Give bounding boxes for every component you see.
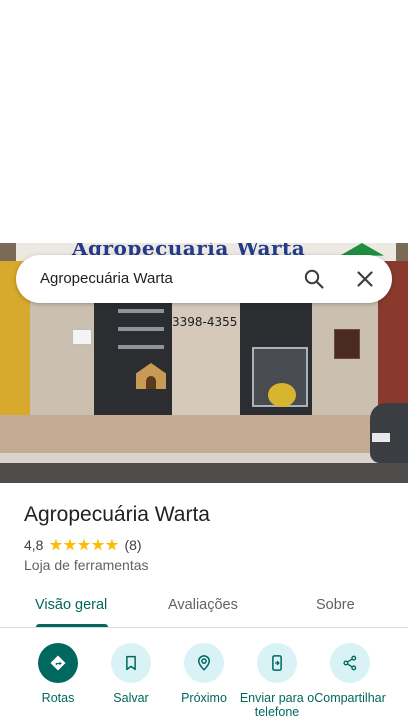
tab-bar: Visão geral Avaliações Sobre	[0, 593, 408, 627]
save-button-circle[interactable]	[111, 643, 151, 683]
place-title: Agropecuária Warta	[24, 503, 210, 526]
send-to-phone-button-circle[interactable]	[257, 643, 297, 683]
share-label: Compartilhar	[314, 691, 386, 705]
nearby-button-circle[interactable]	[184, 643, 224, 683]
tab-divider	[0, 627, 408, 628]
road	[0, 463, 408, 483]
tab-about[interactable]: Sobre	[316, 597, 355, 613]
tab-overview[interactable]: Visão geral	[35, 597, 107, 613]
star-icon	[105, 538, 119, 551]
facade-phone-number: 3398-4355	[172, 315, 238, 329]
save-label: Salvar	[113, 691, 149, 705]
directions-label: Rotas	[41, 691, 75, 705]
car-plate	[372, 433, 390, 442]
star-icon	[49, 538, 63, 551]
wall-box	[334, 329, 360, 359]
nearby-icon	[197, 655, 211, 671]
nearby-label: Próximo	[181, 691, 227, 705]
share-button-circle[interactable]	[330, 643, 370, 683]
store-entrance-left	[94, 303, 172, 415]
directions-button-circle[interactable]	[38, 643, 78, 683]
place-category: Loja de ferramentas	[24, 557, 149, 573]
directions-icon	[50, 655, 66, 671]
doghouse-door	[146, 376, 156, 389]
tab-reviews[interactable]: Avaliações	[168, 597, 238, 613]
close-icon[interactable]	[353, 267, 377, 291]
search-bar[interactable]: Agropecuária Warta	[16, 255, 392, 303]
sidewalk	[0, 415, 408, 455]
star-icon	[63, 538, 77, 551]
posted-notice	[72, 329, 92, 345]
shelf-line	[118, 309, 164, 313]
action-bar: Rotas Salvar Próximo Enviar para o telef…	[0, 643, 408, 726]
search-icon[interactable]	[302, 267, 326, 291]
send-to-phone-icon	[272, 655, 282, 671]
rating-value: 4,8	[24, 537, 44, 553]
search-input[interactable]: Agropecuária Warta	[40, 270, 173, 287]
shelf-line	[118, 327, 164, 331]
send-to-phone-label: Enviar para o telefone	[239, 691, 315, 719]
curb	[0, 453, 408, 463]
star-icon	[77, 538, 91, 551]
bookmark-icon	[126, 655, 136, 671]
share-icon	[343, 655, 357, 671]
star-rating	[49, 538, 119, 552]
review-count: (8)	[124, 537, 142, 553]
map-area-blank	[0, 0, 408, 243]
shelf-line	[118, 345, 164, 349]
yellow-hose-reel	[268, 383, 296, 407]
rating-row[interactable]: 4,8 (8)	[24, 536, 142, 554]
place-info-panel: Agropecuária Warta 4,8 (8) Loja de ferra…	[0, 483, 408, 726]
star-icon	[91, 538, 105, 551]
